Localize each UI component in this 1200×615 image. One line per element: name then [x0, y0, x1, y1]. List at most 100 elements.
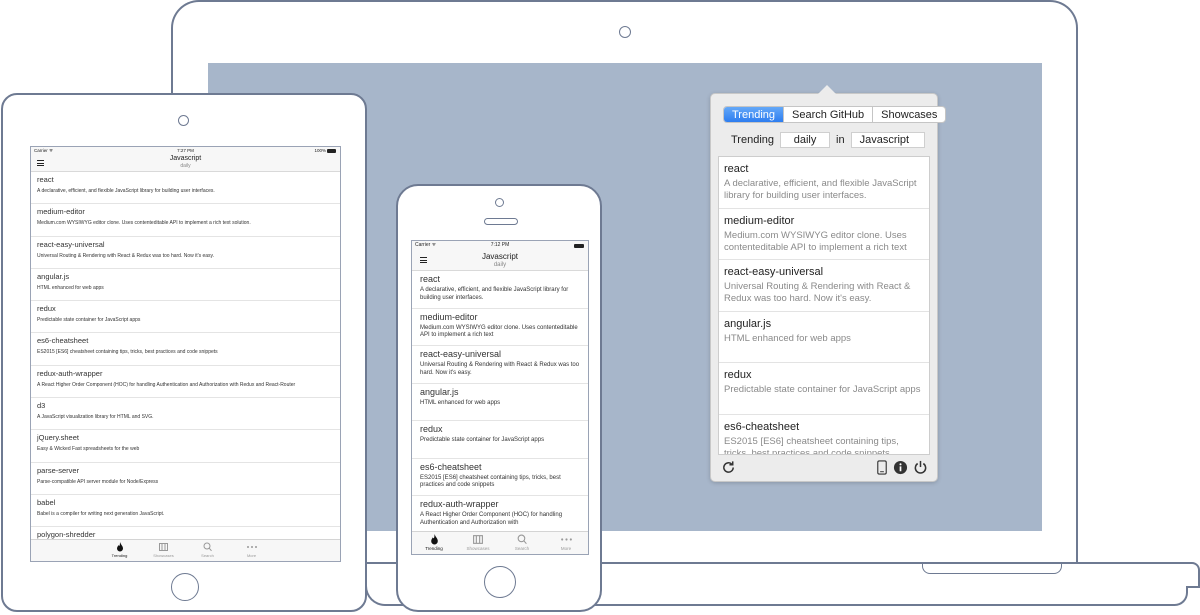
repo-description: Universal Routing & Rendering with React… — [37, 252, 215, 259]
list-item[interactable]: babel Babel is a compiler for writing nex… — [31, 495, 340, 528]
tab-label: Search — [201, 553, 214, 558]
repo-name: redux-auth-wrapper — [37, 368, 103, 378]
power-icon[interactable] — [913, 460, 928, 475]
repo-description: ES2015 [ES6] cheatsheet containing tips,… — [420, 474, 561, 489]
home-button[interactable] — [484, 566, 516, 598]
list-item[interactable]: react A declarative, efficient, and flexi… — [31, 172, 340, 205]
list-item[interactable]: redux-auth-wrapper A React Higher Order C… — [31, 366, 340, 399]
list-item[interactable]: redux Predictable state container for Ja… — [719, 363, 929, 415]
tab-more[interactable]: More — [230, 540, 274, 561]
menu-icon[interactable] — [37, 160, 44, 168]
showcase-icon — [473, 535, 483, 544]
list-item[interactable]: angular.js HTML enhanced for web apps — [719, 312, 929, 363]
popover-arrow — [818, 85, 836, 94]
list-item[interactable]: react-easy-universal Universal Routing & … — [412, 346, 588, 384]
list-item[interactable]: medium-editor Medium.com WYSIWYG editor c… — [412, 309, 588, 346]
navigation-bar: Javascript daily — [31, 155, 340, 172]
repo-description: Medium.com WYSIWYG editor clone. Uses co… — [724, 229, 907, 253]
repo-description: A JavaScript visualization library for H… — [37, 414, 154, 421]
menu-icon[interactable] — [420, 257, 427, 265]
refresh-icon[interactable] — [721, 460, 736, 475]
list-item[interactable]: medium-editor Medium.com WYSIWYG editor c… — [31, 204, 340, 237]
list-item[interactable]: es6-cheatsheet ES2015 [ES6] cheatsheet co… — [31, 333, 340, 366]
list-item[interactable]: react-easy-universal Universal Routing &… — [719, 260, 929, 312]
list-item[interactable]: angular.js HTML enhanced for web apps — [31, 269, 340, 302]
tab-label: Search — [514, 546, 530, 551]
tab-more[interactable]: More — [544, 532, 588, 554]
list-item[interactable]: es6-cheatsheet ES2015 [ES6] cheatsheet c… — [719, 415, 929, 455]
repo-name: redux — [724, 369, 752, 381]
page-subtitle: daily — [493, 262, 507, 268]
list-item[interactable]: react-easy-universal Universal Routing & … — [31, 237, 340, 269]
phone-camera — [495, 198, 504, 207]
list-item[interactable]: react A declarative, efficient, and flex… — [719, 157, 929, 209]
tab-label: More — [246, 553, 257, 558]
repo-description: HTML enhanced for web apps — [724, 332, 851, 344]
tab-showcases[interactable]: Showcases — [456, 532, 500, 554]
list-item[interactable]: react A declarative, efficient, and flexi… — [412, 271, 588, 309]
repo-name: react — [37, 175, 54, 184]
tab-search[interactable]: Search — [186, 540, 230, 561]
tab-showcases[interactable]: Showcases — [872, 107, 945, 122]
repo-list: react A declarative, efficient, and flexi… — [412, 271, 588, 534]
page-title: Javascript — [481, 252, 518, 261]
showcase-icon — [159, 543, 168, 551]
repo-name: angular.js — [420, 386, 459, 397]
repo-description: ES2015 [ES6] cheatsheet containing tips,… — [724, 435, 899, 455]
repo-description: A React Higher Order Component (HOC) for… — [37, 381, 296, 388]
repo-description: A declarative, efficient, and flexible J… — [37, 188, 215, 194]
list-item[interactable]: redux-auth-wrapper A React Higher Order C… — [412, 496, 588, 534]
repo-description: HTML enhanced for web apps — [37, 284, 104, 291]
repo-name: d3 — [37, 401, 46, 411]
repo-name: medium-editor — [37, 207, 85, 217]
repo-name: es6-cheatsheet — [420, 461, 482, 472]
status-time: 7:27 PM — [177, 148, 194, 153]
tab-label: More — [560, 546, 572, 551]
list-item[interactable]: redux Predictable state container for Jav… — [31, 301, 340, 334]
mode-segmented-control: Trending Search GitHub Showcases — [723, 106, 947, 123]
laptop-opening-notch — [922, 564, 1062, 574]
popover-toolbar — [719, 459, 929, 477]
tab-search-github[interactable]: Search GitHub — [783, 107, 872, 122]
tab-trending[interactable]: Trending — [724, 107, 784, 122]
list-item[interactable]: medium-editor Medium.com WYSIWYG editor … — [719, 209, 929, 260]
page-subtitle: daily — [180, 163, 191, 169]
repo-name: redux — [37, 304, 56, 314]
phone-icon[interactable] — [876, 460, 888, 475]
navigation-bar: Javascript daily — [412, 250, 588, 271]
battery-icon — [327, 149, 336, 153]
status-bar: Carrier ᯤ 7:27 PM 100% — [31, 147, 340, 155]
repo-description: Universal Routing & Rendering with React… — [724, 281, 911, 304]
tab-trending[interactable]: Trending — [98, 540, 142, 561]
battery-icon — [574, 243, 584, 248]
tab-showcases[interactable]: Showcases — [142, 540, 186, 561]
tab-search[interactable]: Search — [500, 532, 544, 554]
tab-label: Trending — [111, 553, 128, 558]
list-item[interactable]: redux Predictable state container for Jav… — [412, 421, 588, 459]
repo-list: react A declarative, efficient, and flex… — [718, 156, 930, 455]
repo-description: A declarative, efficient, and flexible J… — [724, 178, 917, 201]
info-icon[interactable] — [893, 460, 908, 475]
list-item[interactable]: jQuery.sheet Easy & Wicked Fast spreadshe… — [31, 430, 340, 463]
list-item[interactable]: angular.js HTML enhanced for web apps — [412, 384, 588, 421]
in-label: in — [836, 134, 845, 146]
repo-description: A React Higher Order Component (HOC) for… — [420, 512, 563, 526]
repo-description: A declarative, efficient, and flexible J… — [420, 287, 569, 301]
battery-percent: 100% — [314, 148, 326, 153]
list-item[interactable]: parse-server Parse-compatible API server … — [31, 463, 340, 495]
repo-description: Predictable state container for JavaScri… — [37, 317, 141, 324]
repo-name: redux-auth-wrapper — [420, 499, 499, 509]
repo-description: Easy & Wicked Fast spreadsheets for the … — [37, 446, 140, 453]
home-button[interactable] — [171, 573, 199, 601]
tab-trending[interactable]: Trending — [412, 532, 456, 554]
search-icon — [517, 534, 527, 545]
period-select[interactable]: daily — [780, 132, 831, 148]
list-item[interactable]: d3 A JavaScript visualization library for… — [31, 398, 340, 431]
search-icon — [203, 542, 212, 552]
language-select[interactable]: Javascript — [850, 132, 925, 148]
repo-description: Predictable state container for JavaScri… — [724, 384, 921, 395]
more-icon — [560, 538, 572, 541]
repo-name: angular.js — [724, 317, 772, 330]
list-item[interactable]: es6-cheatsheet ES2015 [ES6] cheatsheet co… — [412, 459, 588, 496]
repo-name: angular.js — [37, 271, 70, 281]
